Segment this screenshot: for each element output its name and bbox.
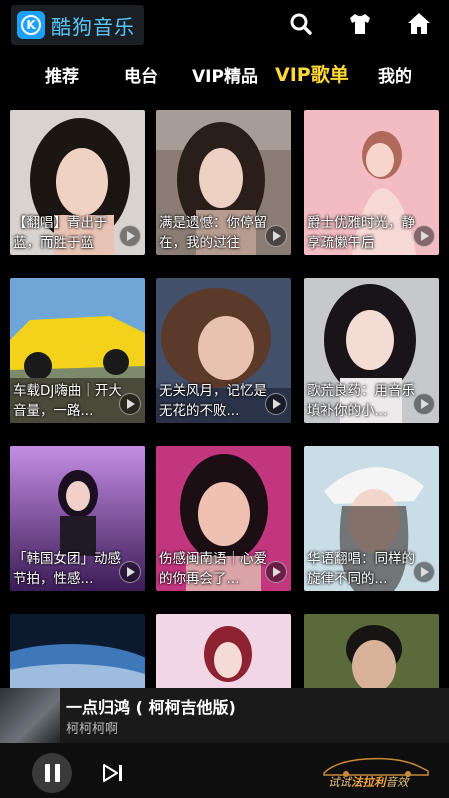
play-icon[interactable] xyxy=(413,225,435,247)
play-icon[interactable] xyxy=(413,393,435,415)
playlist-caption: 华语翻唱：同样的旋律不同的... xyxy=(307,551,415,587)
now-playing-cover[interactable] xyxy=(0,688,60,743)
playlist-card[interactable]: 「韩国女团」动感节拍，性感... xyxy=(10,446,145,591)
app-name: 酷狗音乐 xyxy=(51,14,135,39)
playlist-caption: 歌荒良药：用音乐填补你的小... xyxy=(307,383,415,419)
playlist-caption: 车载DJ嗨曲｜开大音量，一路... xyxy=(13,383,122,419)
playlist-card[interactable]: 伤感闽南语｜心爱的你再会了... xyxy=(156,446,291,591)
top-header: K 酷狗音乐 xyxy=(0,0,449,50)
kugou-logo-icon: K xyxy=(17,11,45,39)
playlist-card[interactable]: 满是遗憾：你停留在，我的过往 xyxy=(156,110,291,255)
now-playing-title: 一点归鸿 ( 柯柯吉他版) xyxy=(66,698,236,717)
playlist-card[interactable]: 无关风月，记忆是无花的不败... xyxy=(156,278,291,423)
home-icon[interactable] xyxy=(406,11,432,37)
tab-mine[interactable]: 我的 xyxy=(378,62,412,87)
playlist-card[interactable]: 【翻唱】青出于蓝，而胜于蓝 xyxy=(10,110,145,255)
now-playing-bar[interactable]: 一点归鸿 ( 柯柯吉他版) 柯柯柯啊 xyxy=(0,688,449,743)
playlist-card[interactable]: 车载DJ嗨曲｜开大音量，一路... xyxy=(10,278,145,423)
tab-radio[interactable]: 电台 xyxy=(124,62,158,87)
playlist-caption: 【翻唱】青出于蓝，而胜于蓝 xyxy=(13,215,108,251)
tshirt-icon[interactable] xyxy=(347,11,373,37)
ferrari-promo-text: 试试法拉利音效 xyxy=(328,775,409,789)
playlist-card[interactable]: 华语翻唱：同样的旋律不同的... xyxy=(304,446,439,591)
search-icon[interactable] xyxy=(288,11,314,37)
playlist-caption: 满是遗憾：你停留在，我的过往 xyxy=(159,215,267,251)
tab-vip-playlists[interactable]: VIP歌单 xyxy=(275,60,349,87)
category-tabs: 推荐 电台 VIP精品 VIP歌单 我的 xyxy=(0,54,449,94)
tab-recommend[interactable]: 推荐 xyxy=(45,62,79,87)
play-icon[interactable] xyxy=(119,225,141,247)
playlist-caption: 无关风月，记忆是无花的不败... xyxy=(159,383,267,419)
next-track-icon[interactable] xyxy=(102,764,124,782)
player-controls: 试试法拉利音效 xyxy=(0,743,449,798)
play-icon[interactable] xyxy=(265,393,287,415)
now-playing-artist: 柯柯柯啊 xyxy=(66,722,119,737)
play-icon[interactable] xyxy=(265,225,287,247)
playlist-card[interactable]: 歌荒良药：用音乐填补你的小... xyxy=(304,278,439,423)
play-icon[interactable] xyxy=(119,393,141,415)
pause-button[interactable] xyxy=(32,753,72,793)
play-icon[interactable] xyxy=(413,561,435,583)
play-icon[interactable] xyxy=(265,561,287,583)
play-icon[interactable] xyxy=(119,561,141,583)
ferrari-sound-effect-button[interactable]: 试试法拉利音效 xyxy=(316,753,436,793)
playlist-card[interactable]: 爵士优雅时光，静享疏懒午后 xyxy=(304,110,439,255)
playlist-caption: 伤感闽南语｜心爱的你再会了... xyxy=(159,551,267,587)
playlist-caption: 爵士优雅时光，静享疏懒午后 xyxy=(307,215,415,251)
playlist-caption: 「韩国女团」动感节拍，性感... xyxy=(13,551,121,587)
app-logo[interactable]: K 酷狗音乐 xyxy=(11,5,144,45)
pause-icon xyxy=(44,764,50,782)
tab-vip-premium[interactable]: VIP精品 xyxy=(192,62,258,87)
